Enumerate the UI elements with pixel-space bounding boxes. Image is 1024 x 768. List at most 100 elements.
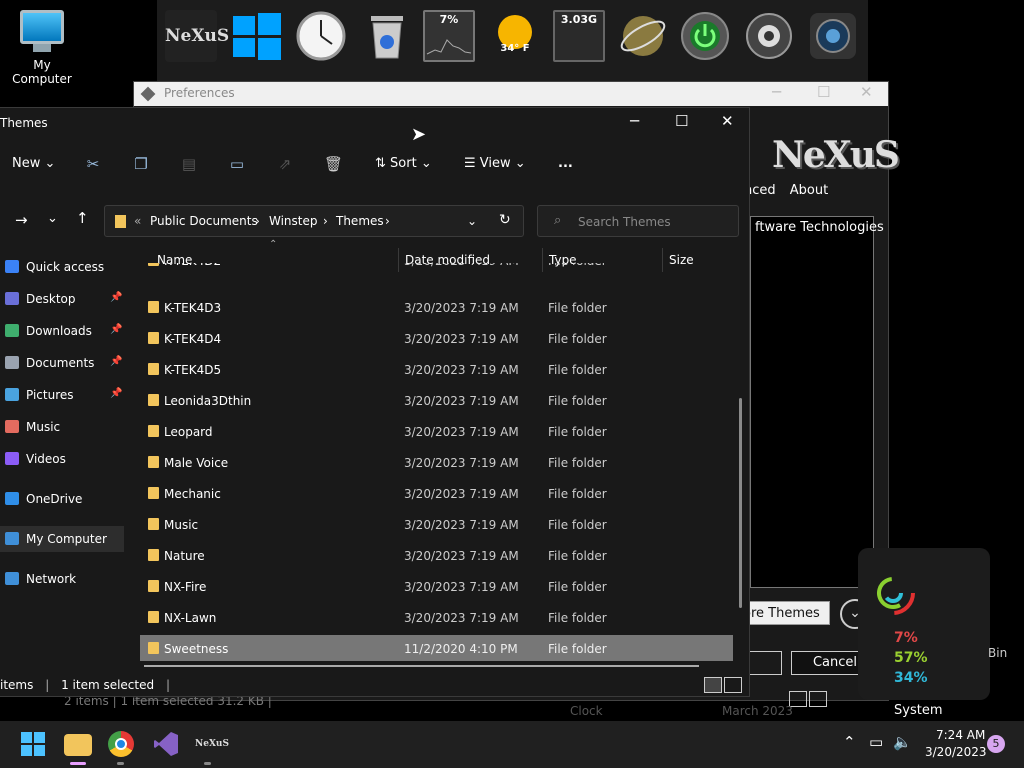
nav-item-label: OneDrive: [26, 492, 83, 506]
breadcrumb-winstep[interactable]: Winstep: [269, 214, 318, 228]
more-themes-button[interactable]: ore Themes: [740, 601, 830, 625]
cut-icon[interactable]: ✂: [84, 155, 102, 173]
windows-start-icon[interactable]: [231, 10, 283, 62]
file-type: File folder: [548, 425, 607, 439]
nav-item-music[interactable]: Music: [0, 414, 124, 440]
file-explorer-taskbar-icon[interactable]: [64, 734, 92, 756]
more-options-button[interactable]: ...: [558, 156, 573, 171]
up-icon[interactable]: ↑: [76, 209, 89, 227]
nav-item-my-computer[interactable]: My Computer: [0, 526, 124, 552]
volume-icon[interactable]: 🔈: [893, 733, 912, 751]
taskbar-date[interactable]: 3/20/2023: [925, 745, 987, 759]
file-row[interactable]: Leopard 3/20/2023 7:19 AM File folder: [140, 418, 733, 444]
system-pct2: 57%: [894, 650, 928, 666]
minimize-icon[interactable]: ─: [630, 112, 639, 130]
shutdown-icon[interactable]: [679, 10, 731, 62]
ok-button[interactable]: [746, 651, 782, 675]
desktop-icon: [5, 292, 19, 305]
weather-icon[interactable]: 34° F: [489, 10, 541, 62]
nexus-taskbar-icon[interactable]: NeXuS: [195, 731, 229, 757]
nav-item-label: Quick access: [26, 260, 105, 274]
tiles-view-icon[interactable]: [809, 691, 827, 707]
maximize-icon[interactable]: ☐: [817, 83, 830, 101]
copy-icon[interactable]: ❐: [132, 155, 150, 173]
file-name: K-TEK4D5: [164, 363, 222, 377]
nav-item-documents[interactable]: Documents 📌: [0, 350, 124, 376]
file-type: File folder: [548, 487, 607, 501]
nav-item-pictures[interactable]: Pictures 📌: [0, 382, 124, 408]
close-icon[interactable]: ✕: [721, 112, 734, 130]
memory-meter-icon[interactable]: 3.03G: [553, 10, 605, 62]
recent-locations-icon[interactable]: ⌄: [47, 211, 58, 226]
search-icon: ⌕: [554, 213, 562, 228]
internet-globe-icon[interactable]: [617, 10, 669, 62]
close-icon[interactable]: ✕: [860, 83, 873, 101]
system-pct3: 34%: [894, 670, 928, 686]
file-name: NX-Fire: [164, 580, 207, 594]
file-row[interactable]: K-TEK4D2 3/20/2023 7:19 AM File folder: [140, 263, 733, 275]
file-type: File folder: [548, 363, 607, 377]
taskbar-time[interactable]: 7:24 AM: [936, 728, 985, 742]
music-icon: [5, 420, 19, 433]
visual-studio-icon[interactable]: [153, 731, 179, 757]
cpu-meter-icon[interactable]: 7%: [423, 10, 475, 62]
file-row[interactable]: Leonida3Dthin 3/20/2023 7:19 AM File folde…: [140, 387, 733, 413]
file-row[interactable]: NX-Fire 3/20/2023 7:19 AM File folder: [140, 573, 733, 599]
view-button[interactable]: ☰ View ⌄: [464, 156, 526, 171]
breadcrumb-themes[interactable]: Themes: [336, 214, 384, 228]
recycle-bin-icon[interactable]: [361, 10, 413, 62]
network-icon[interactable]: ▭: [869, 733, 883, 751]
paste-icon[interactable]: ▤: [180, 155, 198, 173]
file-date: 3/20/2023 7:19 AM: [404, 487, 519, 501]
nav-item-desktop[interactable]: Desktop 📌: [0, 286, 124, 312]
forward-icon[interactable]: →: [15, 211, 28, 229]
nav-item-onedrive[interactable]: OneDrive: [0, 486, 124, 512]
chrome-icon[interactable]: [108, 731, 134, 757]
new-button[interactable]: New ⌄: [12, 156, 55, 171]
file-row[interactable]: K-TEK4D3 3/20/2023 7:19 AM File folder: [140, 294, 733, 320]
address-bar[interactable]: « Public Documents › Winstep › Themes › …: [104, 205, 524, 237]
file-row[interactable]: K-TEK4D4 3/20/2023 7:19 AM File folder: [140, 325, 733, 351]
window-title: Themes: [0, 116, 48, 130]
tab-about[interactable]: About: [790, 183, 828, 198]
file-row[interactable]: K-TEK4D5 3/20/2023 7:19 AM File folder: [140, 356, 733, 382]
nav-item-label: Videos: [26, 452, 66, 466]
rename-icon[interactable]: ▭: [228, 155, 246, 173]
file-row[interactable]: Music 3/20/2023 7:19 AM File folder: [140, 511, 733, 537]
delete-icon[interactable]: 🗑: [324, 155, 343, 173]
breadcrumb-public-documents[interactable]: Public Documents: [150, 214, 258, 228]
file-row[interactable]: Mechanic 3/20/2023 7:19 AM File folder: [140, 480, 733, 506]
speaker-icon[interactable]: [743, 10, 795, 62]
search-box[interactable]: ⌕ Search Themes: [537, 205, 739, 237]
file-date: 3/20/2023 7:19 AM: [404, 363, 519, 377]
notification-badge[interactable]: 5: [987, 735, 1005, 753]
nexus-logo-icon[interactable]: NeXuS: [165, 10, 229, 62]
large-icons-view-icon[interactable]: [724, 677, 742, 693]
nav-item-quick-access[interactable]: Quick access: [0, 254, 124, 280]
maximize-icon[interactable]: ☐: [675, 112, 688, 130]
details-view-icon[interactable]: [704, 677, 722, 693]
show-hidden-icons-icon[interactable]: ⌃: [843, 733, 856, 751]
file-row[interactable]: Sweetness 11/2/2020 4:10 PM File folder: [140, 635, 733, 661]
start-button-icon[interactable]: [20, 731, 46, 757]
file-row[interactable]: Nature 3/20/2023 7:19 AM File folder: [140, 542, 733, 568]
vertical-scrollbar[interactable]: [739, 398, 742, 608]
nav-item-downloads[interactable]: Downloads 📌: [0, 318, 124, 344]
refresh-icon[interactable]: ↻: [499, 212, 511, 228]
file-row[interactable]: NX-Lawn 3/20/2023 7:19 AM File folder: [140, 604, 733, 630]
horizontal-scrollbar[interactable]: [144, 665, 699, 667]
sort-button[interactable]: ⇅ Sort ⌄: [375, 156, 432, 171]
address-dropdown-icon[interactable]: ⌄: [467, 214, 477, 228]
network-icon: [5, 572, 19, 585]
clock-icon[interactable]: [295, 10, 347, 62]
file-row[interactable]: Male Voice 3/20/2023 7:19 AM File folder: [140, 449, 733, 475]
camera-icon[interactable]: [807, 10, 859, 62]
desktop-icon-my-computer[interactable]: My Computer: [2, 10, 82, 86]
system-widget[interactable]: 7% 57% 34% Bin: [858, 548, 1007, 700]
desktop-icon-label: My Computer: [12, 58, 72, 86]
nexus-dock: NeXuS 7% 34° F 3.03G: [157, 0, 868, 82]
nav-item-network[interactable]: Network: [0, 566, 124, 592]
share-icon[interactable]: ⇗: [276, 155, 294, 173]
nav-item-videos[interactable]: Videos: [0, 446, 124, 472]
minimize-icon[interactable]: ─: [772, 83, 781, 101]
